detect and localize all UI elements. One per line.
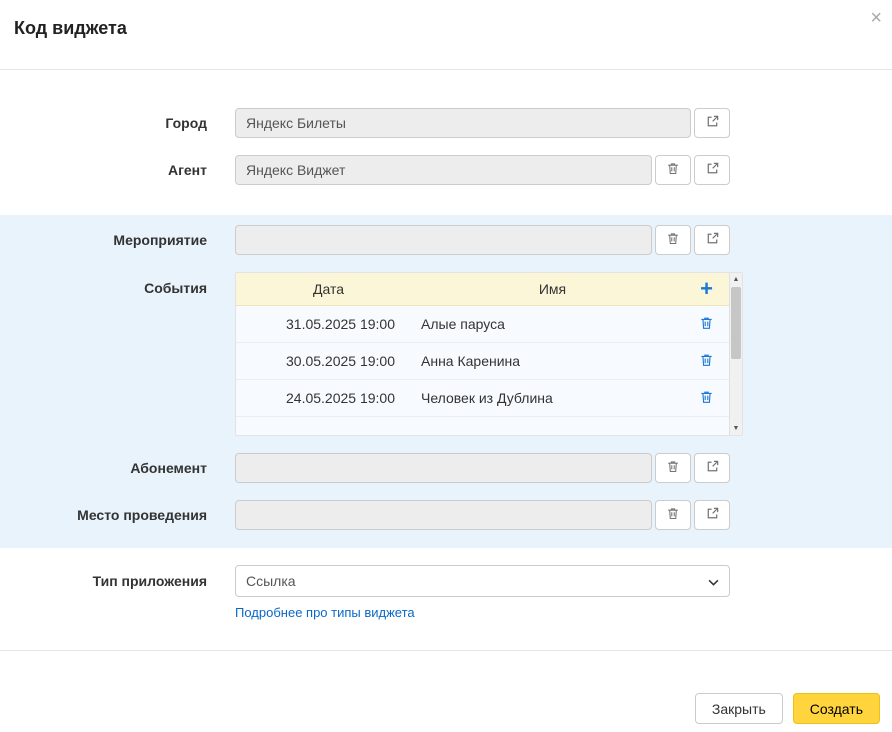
event-date: 30.05.2025 19:00 <box>236 353 421 369</box>
agent-row: Агент <box>0 155 892 185</box>
agent-open-button[interactable] <box>694 155 730 185</box>
subscription-label: Абонемент <box>0 453 207 483</box>
app-type-select[interactable]: Ссылка <box>235 565 730 597</box>
app-type-selected-value: Ссылка <box>246 573 296 589</box>
delete-event-button[interactable] <box>699 315 714 334</box>
events-table: Дата Имя + 31.05.2025 19:00 Алые паруса <box>235 272 743 436</box>
chevron-down-icon <box>708 573 719 589</box>
event-selection-section: Мероприятие События <box>0 215 892 548</box>
subscription-row: Абонемент <box>0 453 892 483</box>
trash-icon <box>666 161 680 179</box>
trash-icon <box>666 231 680 249</box>
agent-label: Агент <box>0 155 207 185</box>
table-row: 31.05.2025 19:00 Алые паруса <box>236 306 729 343</box>
external-link-icon <box>705 161 720 179</box>
subscription-delete-button[interactable] <box>655 453 691 483</box>
widget-types-link[interactable]: Подробнее про типы виджета <box>235 605 415 620</box>
event-delete-button[interactable] <box>655 225 691 255</box>
scroll-up-icon[interactable]: ▲ <box>730 273 742 286</box>
modal-footer: Закрыть Создать <box>0 651 892 724</box>
widget-form: Город Агент <box>0 70 892 620</box>
external-link-icon <box>705 231 720 249</box>
event-date: 24.05.2025 19:00 <box>236 390 421 406</box>
app-type-label: Тип приложения <box>0 565 207 597</box>
event-label: Мероприятие <box>0 225 207 255</box>
add-event-button[interactable]: + <box>700 278 713 300</box>
trash-icon <box>666 506 680 524</box>
city-row: Город <box>0 108 892 138</box>
event-open-button[interactable] <box>694 225 730 255</box>
modal-title: Код виджета <box>14 18 878 39</box>
column-header-name: Имя <box>421 281 684 297</box>
plus-icon: + <box>700 276 713 301</box>
app-type-row: Тип приложения Ссылка <box>0 565 892 597</box>
scrollbar-thumb[interactable] <box>731 287 741 359</box>
events-table-body: 31.05.2025 19:00 Алые паруса <box>236 306 729 435</box>
delete-event-button[interactable] <box>699 389 714 408</box>
venue-field <box>235 500 652 530</box>
event-name: Анна Каренина <box>421 353 684 369</box>
agent-field <box>235 155 652 185</box>
event-date: 31.05.2025 19:00 <box>236 316 421 332</box>
venue-open-button[interactable] <box>694 500 730 530</box>
modal-header: Код виджета × <box>0 0 892 70</box>
city-field <box>235 108 691 138</box>
event-name: Алые паруса <box>421 316 684 332</box>
trash-icon <box>699 352 714 371</box>
column-header-date: Дата <box>236 281 421 297</box>
city-open-button[interactable] <box>694 108 730 138</box>
event-name: Человек из Дублина <box>421 390 684 406</box>
table-row: 30.05.2025 19:00 Анна Каренина <box>236 343 729 380</box>
sessions-label: События <box>0 272 207 305</box>
table-row: 24.05.2025 19:00 Человек из Дублина <box>236 380 729 417</box>
trash-icon <box>699 315 714 334</box>
create-button[interactable]: Создать <box>793 693 880 724</box>
close-button[interactable]: Закрыть <box>695 693 783 724</box>
venue-row: Место проведения <box>0 500 892 530</box>
events-table-header: Дата Имя + <box>236 273 729 306</box>
subscription-open-button[interactable] <box>694 453 730 483</box>
sessions-row: События Дата Имя + 31.05.2025 19:0 <box>0 272 892 436</box>
venue-delete-button[interactable] <box>655 500 691 530</box>
city-label: Город <box>0 108 207 138</box>
close-icon[interactable]: × <box>870 8 882 28</box>
trash-icon <box>666 459 680 477</box>
widget-code-modal: Код виджета × Город Агент <box>0 0 892 732</box>
event-row: Мероприятие <box>0 225 892 255</box>
events-scrollbar[interactable]: ▲ ▼ <box>729 273 742 435</box>
scroll-down-icon[interactable]: ▼ <box>730 422 742 435</box>
delete-event-button[interactable] <box>699 352 714 371</box>
agent-delete-button[interactable] <box>655 155 691 185</box>
external-link-icon <box>705 506 720 524</box>
external-link-icon <box>705 114 720 132</box>
event-field <box>235 225 652 255</box>
external-link-icon <box>705 459 720 477</box>
venue-label: Место проведения <box>0 500 207 530</box>
subscription-field <box>235 453 652 483</box>
trash-icon <box>699 389 714 408</box>
